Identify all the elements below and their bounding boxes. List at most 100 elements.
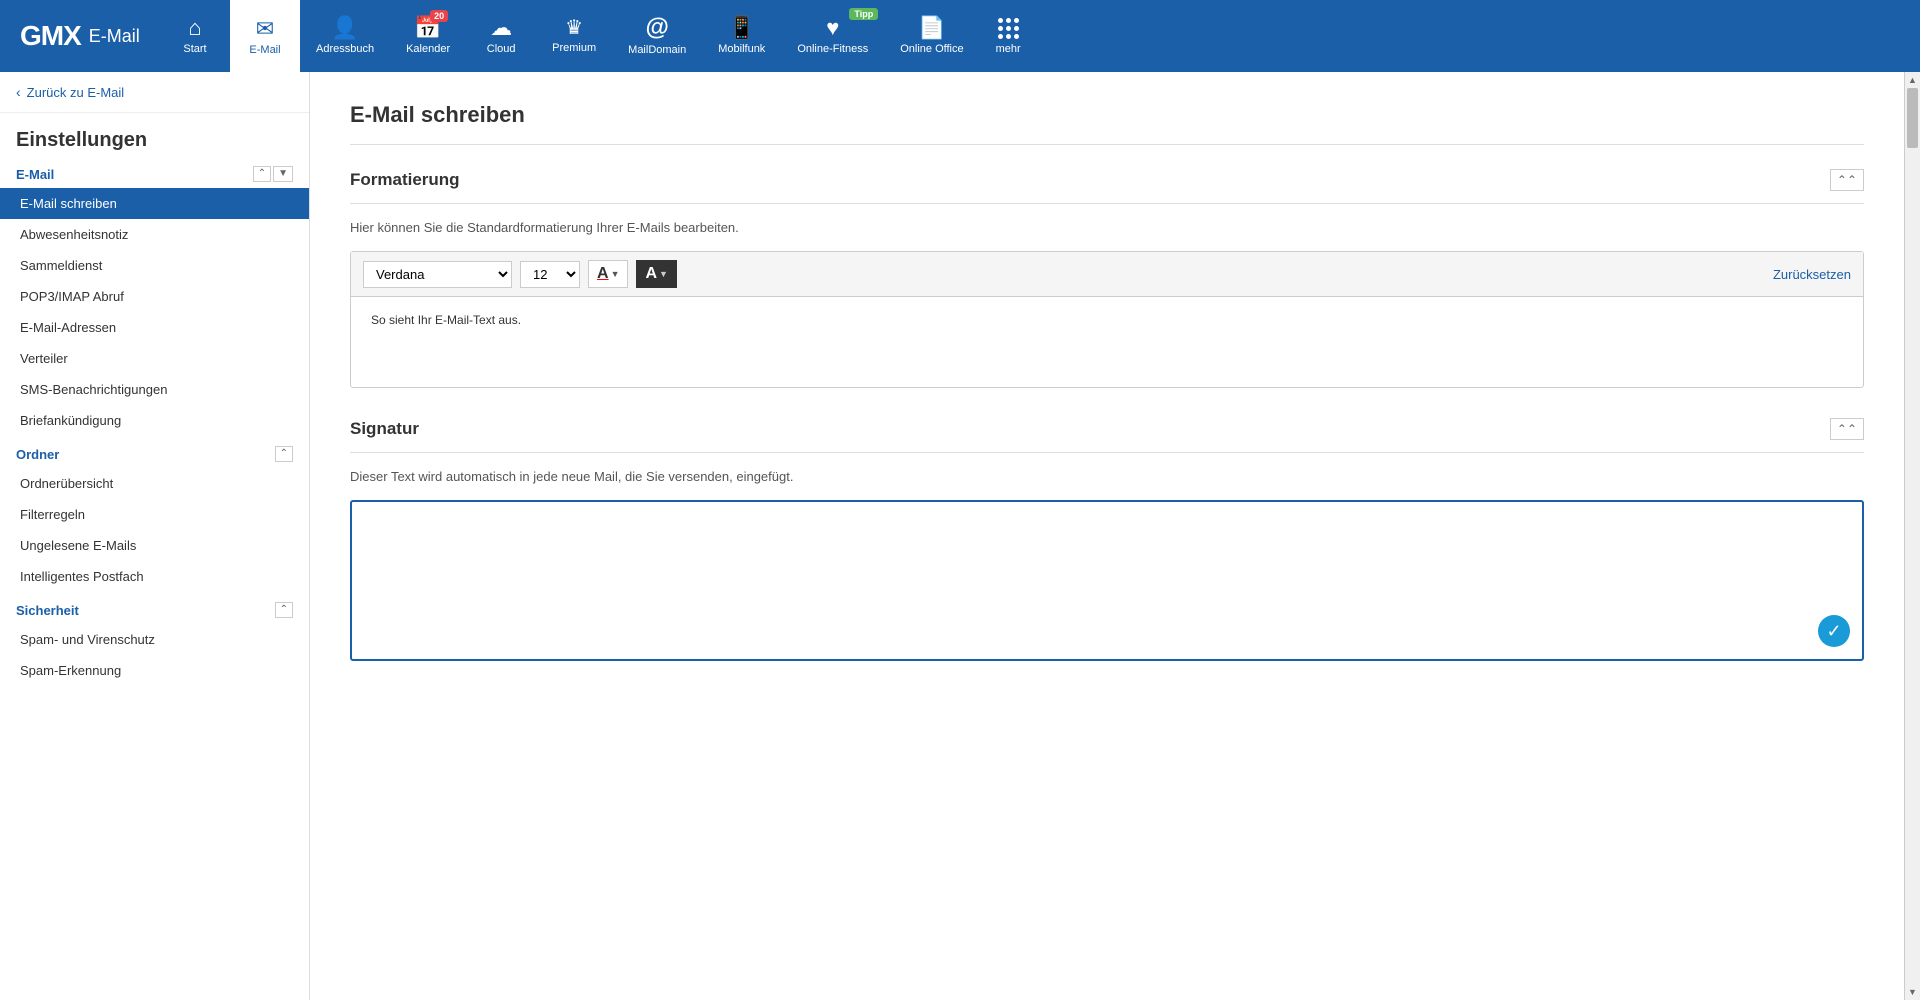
nav-label-email: E-Mail bbox=[249, 44, 280, 56]
nav-label-mehr: mehr bbox=[996, 43, 1021, 55]
nav-item-maildomain[interactable]: @ MailDomain bbox=[612, 0, 702, 72]
crown-icon: ♛ bbox=[565, 15, 583, 40]
sidebar-item-spam-erkennung[interactable]: Spam-Erkennung bbox=[0, 655, 309, 686]
gmx-logo: GMX bbox=[20, 20, 81, 52]
sidebar-section-sicherheit-header: Sicherheit ⌃ bbox=[0, 596, 309, 624]
nav-label-premium: Premium bbox=[552, 42, 596, 54]
sidebar-item-briefankuendigung[interactable]: Briefankündigung bbox=[0, 405, 309, 436]
sidebar-section-email: E-Mail ⌃ ▼ E-Mail schreiben Abwesenheits… bbox=[0, 160, 309, 436]
section-collapse-sicherheit[interactable]: ⌃ bbox=[275, 602, 293, 618]
signatur-header: Signatur ⌃⌃ bbox=[350, 418, 1864, 453]
nav-item-email[interactable]: ✉ E-Mail bbox=[230, 0, 300, 72]
signature-box[interactable]: ✓ bbox=[350, 500, 1864, 661]
nav-item-start[interactable]: ⌂ Start bbox=[160, 0, 230, 72]
checkmark-icon: ✓ bbox=[1826, 621, 1841, 642]
sidebar-item-ungelesene-emails[interactable]: Ungelesene E-Mails bbox=[0, 530, 309, 561]
nav-item-mehr[interactable]: mehr bbox=[980, 0, 1037, 72]
sidebar-item-sammeldienst[interactable]: Sammeldienst bbox=[0, 250, 309, 281]
page-title: E-Mail schreiben bbox=[350, 102, 1864, 145]
scroll-down-arrow[interactable]: ▼ bbox=[1905, 984, 1920, 1000]
font-highlight-dropdown-icon: ▼ bbox=[659, 269, 668, 279]
font-color-a-icon: A bbox=[597, 265, 609, 283]
font-color-dropdown-icon: ▼ bbox=[611, 269, 620, 279]
font-color-button[interactable]: A ▼ bbox=[588, 260, 628, 288]
sidebar-item-abwesenheitsnotiz[interactable]: Abwesenheitsnotiz bbox=[0, 219, 309, 250]
fitness-icon: ♥ bbox=[826, 15, 839, 41]
formatierung-section: Formatierung ⌃⌃ Hier können Sie die Stan… bbox=[350, 169, 1864, 388]
nav-label-maildomain: MailDomain bbox=[628, 44, 686, 56]
format-preview: So sieht Ihr E-Mail-Text aus. bbox=[351, 297, 1863, 387]
section-controls-sicherheit: ⌃ bbox=[275, 602, 293, 618]
format-box: Verdana Arial Times New Roman 8 10 12 14… bbox=[350, 251, 1864, 388]
sidebar-item-filterregeln[interactable]: Filterregeln bbox=[0, 499, 309, 530]
sidebar-section-sicherheit: Sicherheit ⌃ Spam- und Virenschutz Spam-… bbox=[0, 596, 309, 686]
main-layout: ‹ Zurück zu E-Mail Einstellungen E-Mail … bbox=[0, 72, 1920, 1000]
sidebar-item-email-schreiben[interactable]: E-Mail schreiben bbox=[0, 188, 309, 219]
nav-item-adressbuch[interactable]: 👤 Adressbuch bbox=[300, 0, 390, 72]
tipp-badge: Tipp bbox=[849, 8, 878, 20]
format-toolbar: Verdana Arial Times New Roman 8 10 12 14… bbox=[351, 252, 1863, 297]
sidebar: ‹ Zurück zu E-Mail Einstellungen E-Mail … bbox=[0, 72, 310, 1000]
back-arrow-icon: ‹ bbox=[16, 84, 21, 100]
nav-label-kalender: Kalender bbox=[406, 43, 450, 55]
contact-icon: 👤 bbox=[331, 15, 358, 41]
scroll-up-arrow[interactable]: ▲ bbox=[1905, 72, 1920, 88]
scroll-track[interactable] bbox=[1905, 88, 1920, 984]
signatur-description: Dieser Text wird automatisch in jede neu… bbox=[350, 469, 1864, 484]
sidebar-section-email-title: E-Mail bbox=[16, 167, 54, 182]
font-family-select[interactable]: Verdana Arial Times New Roman bbox=[363, 261, 512, 288]
at-icon: @ bbox=[645, 14, 668, 42]
email-icon: ✉ bbox=[256, 16, 274, 42]
sidebar-section-sicherheit-title: Sicherheit bbox=[16, 603, 79, 618]
home-icon: ⌂ bbox=[188, 15, 201, 41]
formatierung-heading: Formatierung bbox=[350, 170, 460, 190]
section-collapse-ordner[interactable]: ⌃ bbox=[275, 446, 293, 462]
sidebar-item-email-adressen[interactable]: E-Mail-Adressen bbox=[0, 312, 309, 343]
signature-confirm-button[interactable]: ✓ bbox=[1818, 615, 1850, 647]
sidebar-section-ordner: Ordner ⌃ Ordnerübersicht Filterregeln Un… bbox=[0, 440, 309, 592]
nav-label-mobilfunk: Mobilfunk bbox=[718, 43, 765, 55]
nav-label-cloud: Cloud bbox=[487, 43, 516, 55]
font-size-select[interactable]: 8 10 12 14 16 18 bbox=[520, 261, 580, 288]
reset-link[interactable]: Zurücksetzen bbox=[1773, 267, 1851, 282]
sidebar-item-ordneruebersicht[interactable]: Ordnerübersicht bbox=[0, 468, 309, 499]
section-controls-email: ⌃ ▼ bbox=[253, 166, 293, 182]
mobile-icon: 📱 bbox=[728, 15, 755, 41]
nav-items: ⌂ Start ✉ E-Mail 👤 Adressbuch 📅 Kalender… bbox=[160, 0, 1920, 72]
formatierung-header: Formatierung ⌃⌃ bbox=[350, 169, 1864, 204]
signatur-section: Signatur ⌃⌃ Dieser Text wird automatisch… bbox=[350, 418, 1864, 661]
sidebar-item-spam-virenschutz[interactable]: Spam- und Virenschutz bbox=[0, 624, 309, 655]
section-collapse-email[interactable]: ⌃ bbox=[253, 166, 271, 182]
nav-item-online-fitness[interactable]: ♥ Online-Fitness Tipp bbox=[781, 0, 884, 72]
nav-label-online-office: Online Office bbox=[900, 43, 963, 55]
sidebar-section-ordner-title: Ordner bbox=[16, 447, 59, 462]
font-highlight-a-icon: A bbox=[645, 265, 657, 283]
nav-item-mobilfunk[interactable]: 📱 Mobilfunk bbox=[702, 0, 781, 72]
font-highlight-button[interactable]: A ▼ bbox=[636, 260, 676, 288]
top-navigation: GMX E-Mail ⌂ Start ✉ E-Mail 👤 Adressbuch… bbox=[0, 0, 1920, 72]
sidebar-item-pop3imap[interactable]: POP3/IMAP Abruf bbox=[0, 281, 309, 312]
sidebar-back-button[interactable]: ‹ Zurück zu E-Mail bbox=[0, 72, 309, 113]
nav-item-premium[interactable]: ♛ Premium bbox=[536, 0, 612, 72]
calendar-badge: 20 bbox=[430, 10, 448, 22]
nav-item-kalender[interactable]: 📅 Kalender 20 bbox=[390, 0, 466, 72]
nav-item-online-office[interactable]: 📄 Online Office bbox=[884, 0, 979, 72]
section-controls-ordner: ⌃ bbox=[275, 446, 293, 462]
scroll-thumb[interactable] bbox=[1907, 88, 1918, 148]
nav-item-cloud[interactable]: ☁ Cloud bbox=[466, 0, 536, 72]
main-content: E-Mail schreiben Formatierung ⌃⌃ Hier kö… bbox=[310, 72, 1904, 1000]
sidebar-item-verteiler[interactable]: Verteiler bbox=[0, 343, 309, 374]
sidebar-item-sms-benachrichtigungen[interactable]: SMS-Benachrichtigungen bbox=[0, 374, 309, 405]
grid-icon bbox=[998, 18, 1019, 39]
sidebar-back-label: Zurück zu E-Mail bbox=[27, 85, 125, 100]
signature-textarea[interactable] bbox=[364, 514, 1850, 644]
sidebar-item-intelligentes-postfach[interactable]: Intelligentes Postfach bbox=[0, 561, 309, 592]
section-scroll-email[interactable]: ▼ bbox=[273, 166, 293, 182]
nav-label-adressbuch: Adressbuch bbox=[316, 43, 374, 55]
signatur-collapse-button[interactable]: ⌃⌃ bbox=[1830, 418, 1864, 440]
scrollbar: ▲ ▼ bbox=[1904, 72, 1920, 1000]
formatierung-collapse-button[interactable]: ⌃⌃ bbox=[1830, 169, 1864, 191]
app-title: E-Mail bbox=[89, 26, 140, 47]
signatur-heading: Signatur bbox=[350, 419, 419, 439]
sidebar-section-ordner-header: Ordner ⌃ bbox=[0, 440, 309, 468]
